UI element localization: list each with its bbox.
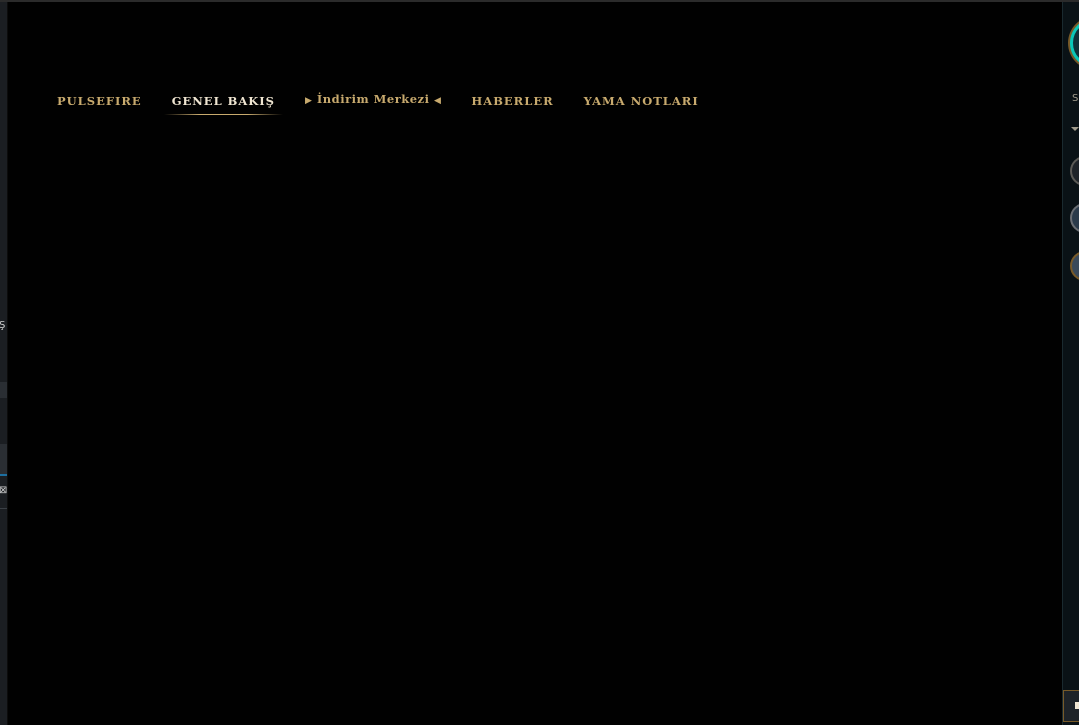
arrow-left-icon: ◀ (433, 96, 442, 106)
arrow-right-icon: ▶ (304, 96, 313, 106)
client-window: Ş ⊠ PULSEFIRE GENEL BAKIŞ ▶ İndirim Merk… (0, 0, 1079, 725)
chat-toggle-button[interactable] (1063, 690, 1079, 722)
chevron-down-icon[interactable] (1071, 127, 1079, 131)
tab-overview[interactable]: GENEL BAKIŞ (163, 92, 284, 115)
tab-label: YAMA NOTLARI (583, 94, 699, 108)
tab-label: PULSEFIRE (57, 94, 142, 108)
store-content-area: PULSEFIRE GENEL BAKIŞ ▶ İndirim Merkezi … (8, 2, 1062, 725)
friend-avatar[interactable] (1070, 251, 1079, 281)
social-sidebar: S (1062, 2, 1079, 725)
sliver-band (0, 382, 7, 398)
tab-label: HABERLER (471, 94, 554, 108)
friend-avatar[interactable] (1070, 203, 1079, 233)
sliver-glyph-bottom: ⊠ (0, 485, 8, 496)
sliver-glyph-top: Ş (0, 320, 6, 331)
sliver-accent (0, 474, 7, 476)
chat-square-icon (1075, 702, 1079, 709)
profile-avatar[interactable] (1070, 18, 1079, 68)
tab-label: GENEL BAKIŞ (171, 94, 275, 108)
tab-news[interactable]: HABERLER (471, 92, 553, 112)
tab-sale-center[interactable]: ▶ İndirim Merkezi ◀ (305, 90, 441, 110)
sliver-divider (0, 508, 7, 509)
friend-avatar[interactable] (1070, 156, 1079, 186)
tab-patch-notes[interactable]: YAMA NOTLARI (584, 92, 699, 112)
tab-label: İndirim Merkezi (316, 92, 430, 106)
sliver-band (0, 444, 7, 474)
background-window-sliver: Ş ⊠ (0, 2, 8, 725)
status-text: S (1072, 93, 1079, 104)
tab-pulsefire[interactable]: PULSEFIRE (57, 92, 142, 112)
store-subnav: PULSEFIRE GENEL BAKIŞ ▶ İndirim Merkezi … (57, 90, 729, 115)
